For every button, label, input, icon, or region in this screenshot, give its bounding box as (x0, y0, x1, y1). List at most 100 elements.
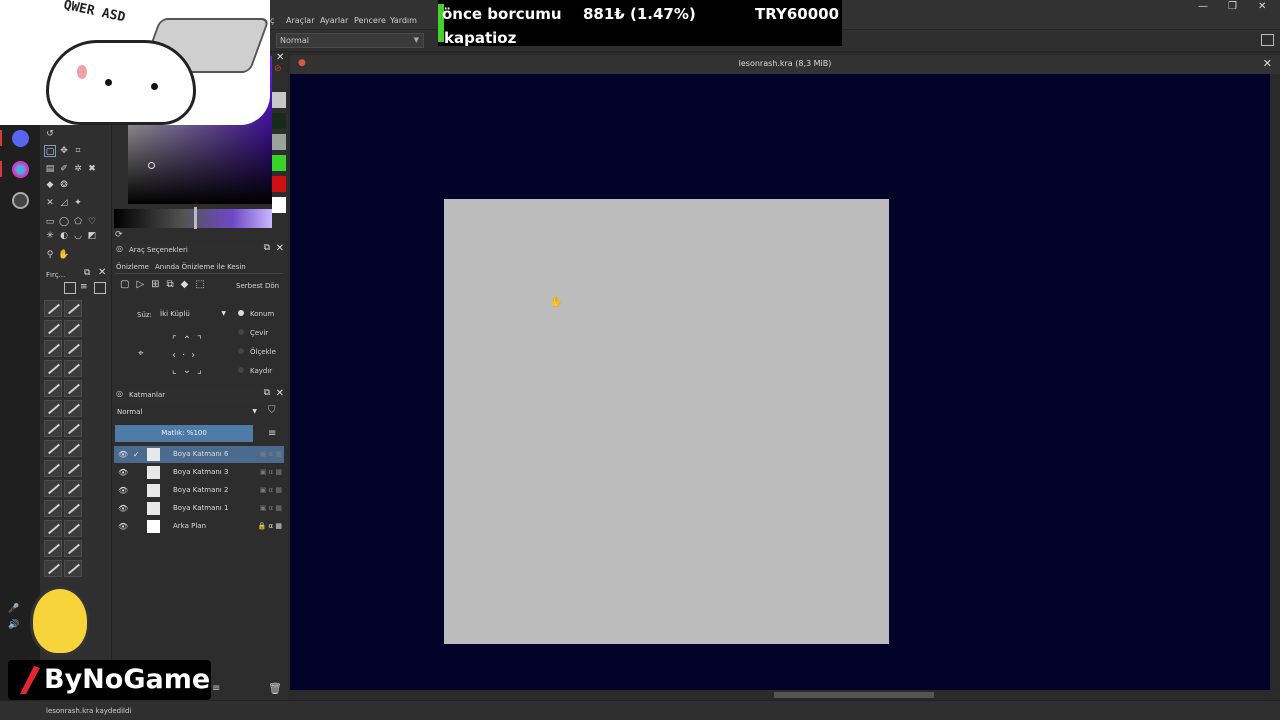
anchor-grid[interactable]: ⌜⌃⌝ ‹·› ⌞⌄⌟ (172, 333, 208, 378)
brush-preset[interactable] (44, 440, 62, 457)
layer-row[interactable]: 👁 Boya Katmanı 3 ▣ α ▦ (114, 464, 284, 481)
layer-row[interactable]: 👁 Arka Plan 🔒 α ▦ (114, 518, 284, 535)
brush-settings-icon[interactable] (94, 282, 106, 294)
layer-lock-alpha-icons[interactable]: ▣ α ▦ (260, 482, 282, 499)
layer-lock-alpha-icons[interactable]: ▣ α ▦ (260, 446, 282, 463)
reset-icon[interactable]: ⊘ (274, 64, 282, 74)
magnetic-select-icon[interactable]: ◩ (86, 230, 98, 242)
radio-shear[interactable] (238, 367, 244, 373)
vertical-scrollbar[interactable] (1270, 74, 1280, 690)
zoom-icon[interactable]: ⚲ (44, 249, 56, 261)
brush-preset[interactable] (44, 340, 62, 357)
close-document-icon[interactable]: ✕ (1263, 57, 1272, 70)
brush-preset[interactable] (44, 500, 62, 517)
brush-preset[interactable] (64, 480, 82, 497)
tab-instant-preview[interactable]: Anında Önizleme ile Kesin (155, 263, 246, 271)
brush-preset[interactable] (44, 380, 62, 397)
clear-icon[interactable]: ✖ (86, 163, 98, 175)
radio-flip[interactable] (238, 329, 244, 335)
colorpicker-tool-icon[interactable]: ✐ (58, 163, 70, 175)
color-picker-handle[interactable] (148, 162, 155, 169)
brush-preset[interactable] (64, 400, 82, 417)
menu-item-araclar[interactable]: Araçlar (286, 16, 314, 25)
list-view-icon[interactable]: ≡ (80, 282, 88, 292)
smart-patch-icon[interactable]: ✲ (72, 163, 84, 175)
float-icon[interactable]: ⧉ (264, 388, 270, 398)
brush-preset[interactable] (44, 520, 62, 537)
brush-preset[interactable] (44, 560, 62, 577)
settings-icon[interactable] (12, 192, 29, 209)
menu-item-yardim[interactable]: Yardım (390, 16, 417, 25)
bezier-select-icon[interactable]: ◡ (72, 230, 84, 242)
brush-preset[interactable] (44, 540, 62, 557)
free-transform-label[interactable]: Serbest Dön (236, 282, 279, 290)
brush-preset[interactable] (64, 560, 82, 577)
brush-preset[interactable] (44, 360, 62, 377)
visibility-eye-icon[interactable]: 👁 (118, 464, 128, 481)
swatch[interactable] (272, 155, 286, 171)
similar-select-icon[interactable]: ◐ (58, 230, 70, 242)
checkmark-icon[interactable]: ✓ (133, 446, 140, 463)
volume-icon[interactable]: 🔊 (8, 620, 19, 630)
menu-item-ayarlar[interactable]: Ayarlar (320, 16, 348, 25)
select-transform-tool-icon[interactable]: ▢ (44, 145, 56, 157)
hue-slider-handle[interactable] (194, 207, 197, 229)
document-canvas[interactable] (444, 199, 889, 644)
poly-select-icon[interactable]: ⬠ (72, 216, 84, 228)
close-color-panel-icon[interactable]: ✕ (276, 52, 284, 63)
brush-preset[interactable] (44, 480, 62, 497)
swatch[interactable] (272, 92, 286, 108)
assistant-tool-icon[interactable]: ✕ (44, 197, 56, 209)
transform-mode-icons[interactable]: ▢▷⊞⧉◆⬚ (120, 279, 212, 290)
blend-mode-select[interactable]: Normal ▼ (276, 33, 424, 48)
brush-preset[interactable] (64, 420, 82, 437)
brush-preset[interactable] (44, 300, 62, 317)
brush-tag-icon[interactable] (64, 282, 76, 294)
close-panel-icon[interactable]: ✕ (276, 243, 284, 254)
swatch[interactable] (272, 113, 286, 129)
menu-item-pencere[interactable]: Pencere (354, 16, 386, 25)
swatch[interactable] (272, 176, 286, 192)
brush-preset[interactable] (64, 380, 82, 397)
horizontal-scrollbar[interactable] (290, 690, 1270, 700)
brush-preset[interactable] (64, 300, 82, 317)
brush-preset[interactable] (44, 420, 62, 437)
brush-preset[interactable] (44, 460, 62, 477)
discord-icon[interactable] (12, 130, 29, 147)
visibility-eye-icon[interactable]: 👁 (118, 518, 128, 535)
opacity-slider[interactable]: Matlık: %100 (115, 425, 253, 442)
pin-tool-icon[interactable]: ✦ (72, 197, 84, 209)
minimize-button[interactable]: — (1198, 1, 1208, 12)
filter-icon[interactable]: ⛉ (268, 405, 276, 416)
layer-lock-alpha-icons[interactable]: ▣ α ▦ (260, 464, 282, 481)
layer-lock-alpha-icons[interactable]: ▣ α ▦ (260, 500, 282, 517)
magic-wand-icon[interactable]: ✳ (44, 230, 56, 242)
close-panel-icon[interactable]: ✕ (98, 267, 106, 278)
ellipse-select-icon[interactable]: ◯ (58, 216, 70, 228)
scrollbar-thumb[interactable] (774, 692, 934, 698)
brush-preset[interactable] (64, 320, 82, 337)
layers-menu-icon[interactable]: ≡ (268, 428, 276, 439)
float-icon[interactable]: ⧉ (264, 243, 270, 253)
swatch[interactable] (272, 197, 286, 213)
float-icon[interactable]: ⧉ (84, 268, 90, 278)
lock-icon[interactable]: 🔒 α ▦ (258, 518, 282, 535)
visibility-eye-icon[interactable]: 👁 (118, 500, 128, 517)
rect-select-icon[interactable]: ▭ (44, 216, 56, 228)
swatch[interactable] (272, 134, 286, 150)
brush-preset[interactable] (44, 320, 62, 337)
freehand-select-icon[interactable]: ♡ (86, 216, 98, 228)
radio-scale[interactable] (238, 348, 244, 354)
brush-preset[interactable] (64, 460, 82, 477)
brush-preset[interactable] (64, 500, 82, 517)
menu-item-partial[interactable]: ç (270, 16, 274, 25)
hue-slider[interactable] (114, 209, 272, 228)
radio-position[interactable] (238, 310, 244, 316)
brush-preset[interactable] (64, 540, 82, 557)
gradient-tool-icon[interactable]: ▤ (44, 163, 56, 175)
pattern-tool-icon[interactable]: ❂ (58, 179, 70, 191)
layer-row[interactable]: 👁 Boya Katmanı 1 ▣ α ▦ (114, 500, 284, 517)
tab-preview[interactable]: Önizleme (116, 263, 149, 271)
brush-preset[interactable] (64, 360, 82, 377)
crop-tool-icon[interactable]: ⌗ (72, 145, 84, 157)
